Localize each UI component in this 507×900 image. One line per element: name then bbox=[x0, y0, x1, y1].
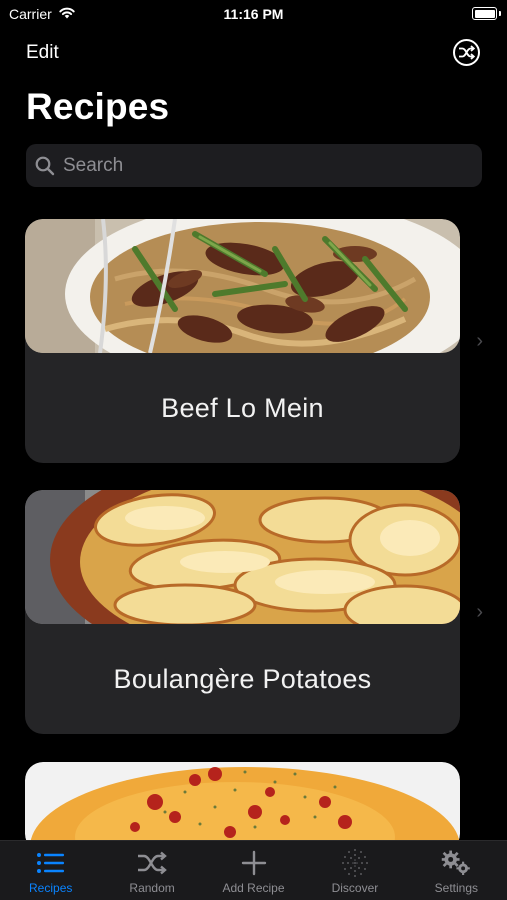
tab-bar: Recipes Random Add Recipe Discover Setti… bbox=[0, 840, 507, 900]
status-bar: Carrier 11:16 PM bbox=[0, 0, 507, 30]
tab-random[interactable]: Random bbox=[101, 841, 202, 900]
tab-label: Recipes bbox=[29, 881, 73, 895]
chevron-right-icon: › bbox=[476, 330, 483, 352]
shuffle-icon bbox=[459, 45, 475, 60]
tab-label: Settings bbox=[434, 881, 478, 895]
tab-discover[interactable]: Discover bbox=[304, 841, 405, 900]
search-input[interactable] bbox=[63, 154, 443, 177]
search-icon bbox=[35, 156, 55, 175]
list-icon bbox=[35, 849, 67, 877]
edit-button[interactable]: Edit bbox=[26, 42, 59, 64]
recipe-card[interactable]: Boulangère Potatoes bbox=[25, 490, 460, 734]
tab-label: Discover bbox=[331, 881, 379, 895]
status-time: 11:16 PM bbox=[223, 6, 284, 22]
plus-icon bbox=[238, 849, 270, 877]
shuffle-button[interactable] bbox=[453, 39, 480, 66]
page-title: Recipes bbox=[26, 86, 170, 127]
shuffle-icon bbox=[136, 849, 168, 877]
discover-icon bbox=[339, 849, 371, 877]
recipe-title: Boulangère Potatoes bbox=[113, 663, 372, 694]
tab-label: Add Recipe bbox=[222, 881, 285, 895]
recipe-title: Beef Lo Mein bbox=[161, 392, 324, 423]
tab-recipes[interactable]: Recipes bbox=[0, 841, 101, 900]
battery-tip bbox=[499, 11, 501, 16]
tab-label: Random bbox=[129, 881, 175, 895]
search-bar[interactable] bbox=[26, 144, 482, 187]
chevron-right-icon: › bbox=[476, 601, 483, 623]
battery-icon bbox=[472, 7, 497, 20]
tab-settings[interactable]: Settings bbox=[406, 841, 507, 900]
recipe-image-soup bbox=[25, 762, 460, 852]
recipe-card[interactable]: Beef Lo Mein bbox=[25, 219, 460, 463]
recipe-card[interactable] bbox=[25, 762, 460, 852]
gears-icon bbox=[440, 849, 472, 877]
recipe-image-beef-lo-mein bbox=[25, 219, 460, 353]
recipe-image-boulangere-potatoes bbox=[25, 490, 460, 624]
app-screen: Carrier 11:16 PM Edit Recipes Search Bee… bbox=[0, 0, 507, 900]
tab-add-recipe[interactable]: Add Recipe bbox=[203, 841, 304, 900]
